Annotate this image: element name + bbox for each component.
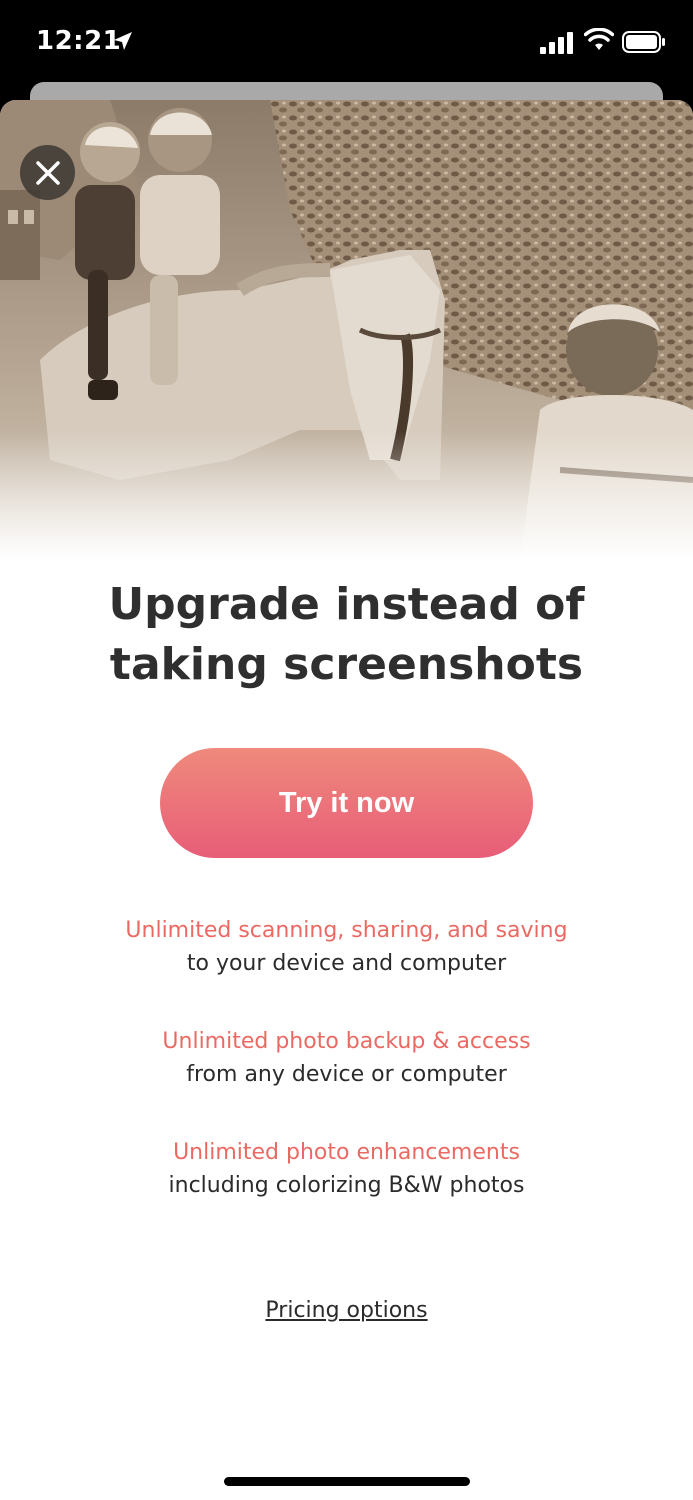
feature-title: Unlimited scanning, sharing, and saving <box>125 918 568 943</box>
hero-photo-illustration <box>0 100 693 560</box>
feature-title: Unlimited photo enhancements <box>173 1140 520 1165</box>
feature-subtitle: to your device and computer <box>186 951 507 976</box>
feature-item: Unlimited scanning, sharing, and saving … <box>0 915 693 1026</box>
upgrade-sheet: Upgrade instead of taking screenshots Tr… <box>0 100 693 1500</box>
close-button[interactable] <box>20 145 75 200</box>
feature-title: Unlimited photo backup & access <box>162 1029 531 1054</box>
status-bar: 12:21 <box>0 0 693 90</box>
status-time: 12:21 <box>36 26 122 56</box>
hero-photo <box>0 100 693 560</box>
feature-item: Unlimited photo backup & access from any… <box>0 1026 693 1137</box>
feature-item: Unlimited photo enhancements including c… <box>0 1137 693 1248</box>
title-line-1: Upgrade instead of <box>108 579 585 630</box>
close-icon <box>35 160 60 185</box>
feature-list: Unlimited scanning, sharing, and saving … <box>0 915 693 1248</box>
feature-subtitle: including colorizing B&W photos <box>168 1173 525 1198</box>
battery-icon <box>622 31 665 53</box>
title-line-2: taking screenshots <box>109 639 584 690</box>
cellular-signal-icon <box>540 32 573 54</box>
pricing-options-link[interactable]: Pricing options <box>0 1298 693 1323</box>
location-arrow-icon <box>114 32 132 50</box>
home-indicator <box>224 1477 470 1486</box>
try-it-now-button[interactable]: Try it now <box>160 748 533 858</box>
page-title: Upgrade instead of taking screenshots <box>0 575 693 695</box>
feature-subtitle: from any device or computer <box>186 1062 507 1087</box>
wifi-icon <box>584 28 614 50</box>
